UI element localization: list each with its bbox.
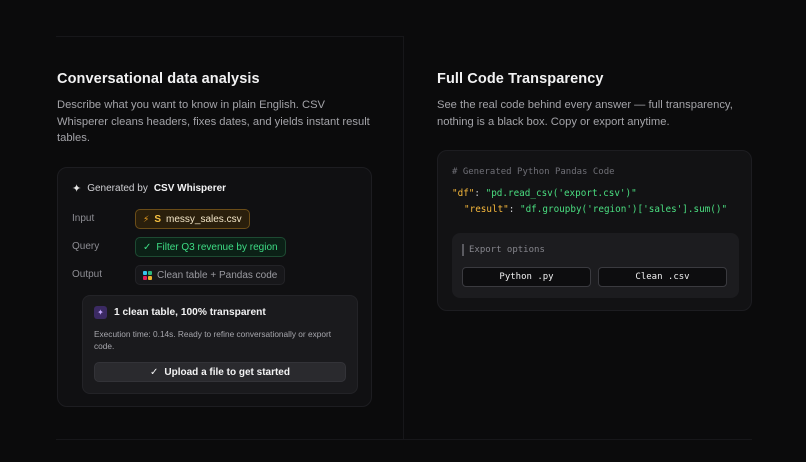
code-value: "pd.read_csv('export.csv')" xyxy=(485,188,637,199)
query-text: Filter Q3 revenue by region xyxy=(156,241,278,253)
code-comment: # Generated Python Pandas Code xyxy=(452,167,615,177)
generated-by-line: ✦ Generated by CSV Whisperer xyxy=(72,182,226,195)
export-csv-button[interactable]: Clean .csv xyxy=(598,267,727,287)
code-value: "df.groupby('region')['sales'].sum()" xyxy=(519,204,728,215)
code-line-df: "df": "pd.read_csv('export.csv')" xyxy=(452,188,637,199)
code-line-result: "result": "df.groupby('region')['sales']… xyxy=(464,204,727,215)
brand-name: CSV Whisperer xyxy=(153,183,227,194)
code-sep: : xyxy=(508,204,520,215)
upload-button-label: Upload a file to get started xyxy=(164,366,290,378)
sparkle-icon: ✦ xyxy=(72,183,82,195)
query-pill[interactable]: ✓ Filter Q3 revenue by region xyxy=(135,237,286,257)
result-title-row: ✦ 1 clean table, 100% transparent xyxy=(94,306,266,319)
output-pill[interactable]: Clean table + Pandas code xyxy=(135,265,286,285)
export-python-button[interactable]: Python .py xyxy=(462,267,591,287)
code-card: # Generated Python Pandas Code "df": "pd… xyxy=(437,150,752,311)
input-file-pill[interactable]: ⚡ S messy_sales.csv xyxy=(135,209,250,229)
output-text: Clean table + Pandas code xyxy=(157,269,278,281)
export-label: Export options xyxy=(462,244,545,256)
export-panel: Export options Python .py Clean .csv xyxy=(452,233,739,298)
file-badge: S xyxy=(154,213,161,225)
code-key: "df" xyxy=(452,188,475,199)
generated-prefix: Generated by xyxy=(87,183,148,194)
input-file-name: messy_sales.csv xyxy=(166,213,242,225)
query-label: Query xyxy=(72,241,100,252)
upload-button[interactable]: ✓ Upload a file to get started xyxy=(94,362,346,382)
conversational-section: Conversational data analysis Describe wh… xyxy=(57,70,377,147)
result-description: Execution time: 0.14s. Ready to refine c… xyxy=(94,329,332,351)
bolt-icon: ⚡ xyxy=(143,213,150,224)
section-description: Describe what you want to know in plain … xyxy=(57,99,370,144)
section-title: Full Code Transparency xyxy=(437,71,604,87)
result-title: 1 clean table, 100% transparent xyxy=(114,307,266,318)
section-title: Conversational data analysis xyxy=(57,71,260,87)
section-description: See the real code behind every answer — … xyxy=(437,99,733,128)
input-label: Input xyxy=(72,213,95,224)
output-label: Output xyxy=(72,269,103,280)
code-transparency-section: Full Code Transparency See the real code… xyxy=(437,70,757,130)
section-divider xyxy=(56,439,752,440)
generated-card: ✦ Generated by CSV Whisperer Input ⚡ S m… xyxy=(57,167,372,407)
sparkle-badge-icon: ✦ xyxy=(94,306,107,319)
check-icon: ✓ xyxy=(150,366,159,378)
grid-color-icon xyxy=(143,270,152,280)
code-key: "result" xyxy=(464,204,509,215)
code-sep: : xyxy=(474,188,486,199)
result-panel: ✦ 1 clean table, 100% transparent Execut… xyxy=(82,295,358,394)
check-icon: ✓ xyxy=(143,241,152,253)
